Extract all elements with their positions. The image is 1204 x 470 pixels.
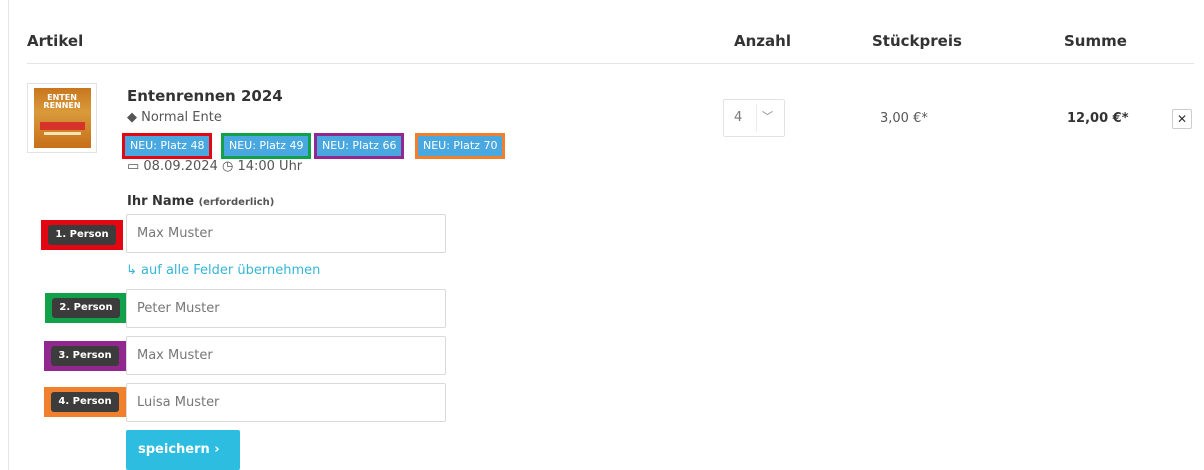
person-tag-4: 4. Person xyxy=(44,387,126,417)
place-badge-49: NEU: Platz 49 xyxy=(221,133,312,159)
product-thumbnail[interactable]: ENTEN RENNEN xyxy=(27,83,97,153)
left-border xyxy=(8,0,9,470)
person-4-name-input[interactable] xyxy=(126,383,446,422)
person-tag-label: 4. Person xyxy=(51,392,119,412)
place-badge-48: NEU: Platz 48 xyxy=(122,133,213,159)
unit-price: 3,00 €* xyxy=(880,111,928,126)
remove-item-button[interactable]: ✕ xyxy=(1172,109,1192,129)
thumbnail-band xyxy=(39,122,85,130)
product-image: ENTEN RENNEN xyxy=(33,88,91,148)
product-variant: ◆ Normal Ente xyxy=(127,110,222,125)
place-badge-label: NEU: Platz 48 xyxy=(125,136,210,156)
thumbnail-band-light xyxy=(43,132,81,135)
table-header: Artikel Anzahl Stückpreis Summe xyxy=(0,32,1204,56)
quantity-separator xyxy=(756,104,757,132)
person-tag-3: 3. Person xyxy=(44,341,126,371)
person-tag-label: 1. Person xyxy=(48,225,116,245)
thumbnail-text-line2: RENNEN xyxy=(43,101,81,110)
person-tag-label: 2. Person xyxy=(52,298,120,318)
header-quantity: Anzahl xyxy=(734,32,791,50)
place-badge-label: NEU: Platz 49 xyxy=(224,136,309,156)
person-1-name-input[interactable] xyxy=(126,214,446,253)
person-tag-2: 2. Person xyxy=(45,293,127,323)
apply-to-all-link[interactable]: ↳ auf alle Felder übernehmen xyxy=(126,263,320,278)
header-divider xyxy=(27,63,1194,64)
name-label-text: Ihr Name xyxy=(127,194,195,209)
person-tag-label: 3. Person xyxy=(51,346,119,366)
header-sum: Summe xyxy=(1064,32,1127,50)
event-datetime: ▭ 08.09.2024 ◷ 14:00 Uhr xyxy=(127,159,303,174)
header-article: Artikel xyxy=(27,32,84,50)
person-3-name-input[interactable] xyxy=(126,336,446,375)
chevron-down-icon: ﹀ xyxy=(762,110,773,123)
header-unit-price: Stückpreis xyxy=(872,32,962,50)
place-badge-66: NEU: Platz 66 xyxy=(314,133,405,159)
line-total: 12,00 €* xyxy=(1067,111,1129,126)
quantity-select[interactable]: 4 ﹀ xyxy=(723,99,785,137)
place-badge-label: NEU: Platz 66 xyxy=(317,136,402,156)
required-hint: (erforderlich) xyxy=(198,197,275,208)
person-2-name-input[interactable] xyxy=(126,289,446,328)
person-tag-1: 1. Person xyxy=(41,220,123,250)
quantity-value: 4 xyxy=(734,110,743,125)
save-button[interactable]: speichern › xyxy=(126,430,240,470)
product-name[interactable]: Entenrennen 2024 xyxy=(127,87,283,105)
place-badge-70: NEU: Platz 70 xyxy=(415,133,506,159)
place-badge-label: NEU: Platz 70 xyxy=(418,136,503,156)
name-field-label: Ihr Name (erforderlich) xyxy=(127,194,274,209)
